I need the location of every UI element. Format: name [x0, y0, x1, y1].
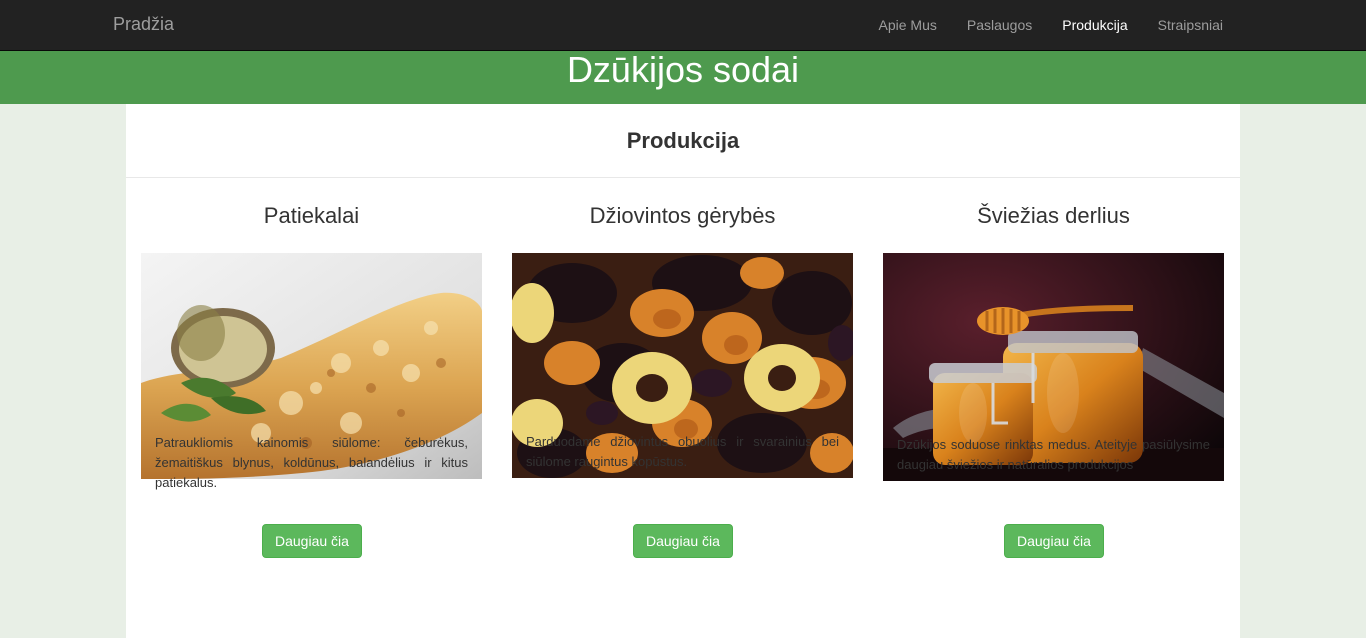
product-title: Šviežias derlius — [977, 203, 1130, 228]
main-content: Produkcija Patiekalai Patraukliomis kain… — [126, 104, 1240, 638]
more-info-button-sviezias[interactable]: Daugiau čia — [1004, 524, 1104, 558]
more-info-button-dziovintos[interactable]: Daugiau čia — [633, 524, 733, 558]
nav-link-straipsniai[interactable]: Straipsniai — [1143, 0, 1238, 50]
product-card-sviezias: Šviežias derlius Dzūkijos soduose rinkta… — [883, 179, 1224, 481]
product-card-dziovintos: Džiovintos gėrybės Parduodame džiovintus… — [512, 179, 853, 478]
nav-link-produkcija[interactable]: Produkcija — [1047, 0, 1142, 50]
product-description: Patraukliomis kainomis siūlome: čeburėku… — [155, 435, 468, 490]
product-title: Patiekalai — [263, 203, 360, 228]
brand-link[interactable]: Pradžia — [113, 14, 174, 35]
site-title: Dzūkijos sodai — [566, 49, 800, 90]
top-navbar: Pradžia Apie Mus Paslaugos Produkcija St… — [0, 0, 1366, 51]
site-banner: Dzūkijos sodai — [0, 51, 1366, 104]
product-title: Džiovintos gėrybės — [589, 203, 776, 228]
product-description: Dzūkijos soduose rinktas medus. Ateityje… — [897, 437, 1210, 472]
nav-link-paslaugos[interactable]: Paslaugos — [952, 0, 1047, 50]
page-title: Produkcija — [626, 128, 740, 153]
more-info-button-patiekalai[interactable]: Daugiau čia — [262, 524, 362, 558]
nav-link-apie-mus[interactable]: Apie Mus — [864, 0, 952, 50]
section-header: Produkcija — [126, 104, 1240, 178]
product-card-patiekalai: Patiekalai Patraukliomis kainomis siūlom… — [141, 179, 482, 490]
product-description: Parduodame džiovintus obuolius ir svarai… — [526, 434, 839, 469]
nav-menu: Apie Mus Paslaugos Produkcija Straipsnia… — [864, 0, 1239, 50]
